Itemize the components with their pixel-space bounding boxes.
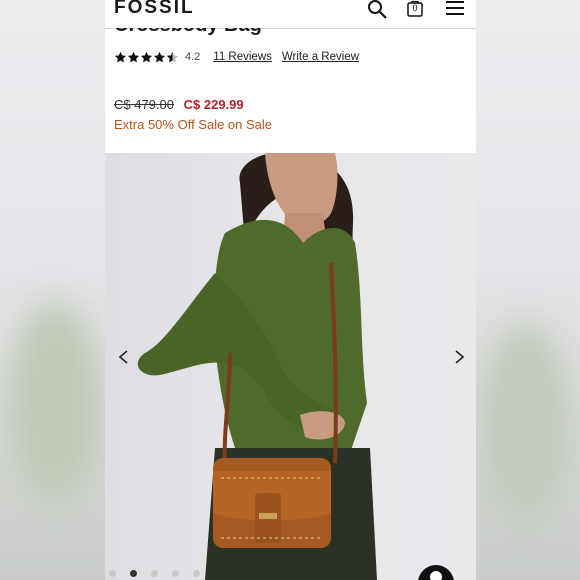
gallery-dot[interactable]: [193, 570, 200, 577]
star-icon: [114, 51, 127, 62]
promo-text: Extra 50% Off Sale on Sale: [114, 117, 273, 132]
product-photo: [137, 153, 377, 580]
product-image-gallery[interactable]: [105, 153, 476, 580]
original-price: C$ 479.00: [114, 97, 174, 112]
hamburger-menu-icon[interactable]: [445, 0, 465, 21]
rating-row: 4.2 11 Reviews Write a Review: [114, 49, 359, 65]
star-icon: [153, 51, 166, 62]
gallery-dot[interactable]: [151, 570, 158, 577]
gallery-pagination: [105, 570, 200, 577]
blurred-background-right: [475, 0, 580, 580]
write-review-link[interactable]: Write a Review: [282, 51, 359, 63]
chat-icon: [430, 571, 442, 580]
blurred-background-left: [0, 0, 105, 580]
gallery-dot[interactable]: [109, 570, 116, 577]
star-icon: [140, 51, 153, 62]
chevron-right-icon[interactable]: [452, 350, 466, 364]
reviews-link[interactable]: 11 Reviews: [213, 51, 272, 63]
price-row: C$ 479.00 C$ 229.99: [114, 97, 244, 112]
mobile-page: FOSSIL 0 Crossbody Bag: [105, 0, 476, 580]
site-header: FOSSIL 0: [105, 0, 476, 29]
sale-price: C$ 229.99: [183, 97, 244, 112]
gallery-dot-active[interactable]: [130, 570, 137, 577]
gallery-dot[interactable]: [172, 570, 179, 577]
star-icon: [127, 51, 140, 62]
star-rating: [114, 51, 179, 64]
search-icon[interactable]: [367, 0, 389, 25]
cart-count: 0: [412, 3, 418, 13]
fossil-logo[interactable]: FOSSIL: [114, 0, 195, 19]
chevron-left-icon[interactable]: [117, 350, 131, 364]
rating-value: 4.2: [185, 51, 201, 63]
half-star-icon: [166, 51, 179, 62]
